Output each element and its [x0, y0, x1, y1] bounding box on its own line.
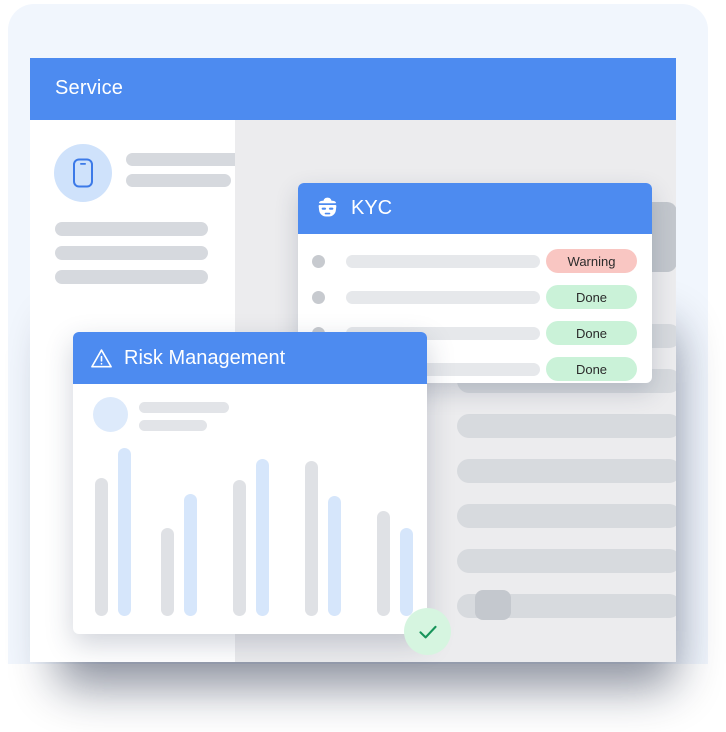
illustration-stage: Service KYC Warning Done Done Done Risk … — [0, 0, 726, 732]
sidebar-item-placeholder[interactable] — [55, 270, 208, 284]
risk-card-header: Risk Management — [73, 332, 427, 384]
risk-bar-chart — [73, 448, 427, 624]
chart-bar — [377, 511, 390, 616]
content-row-placeholder — [457, 459, 676, 483]
mobile-phone-icon — [73, 158, 93, 188]
kyc-card-title: KYC — [351, 197, 393, 219]
sidebar-item-placeholder[interactable] — [55, 222, 208, 236]
window-header — [30, 58, 676, 120]
status-badge-check — [404, 608, 451, 655]
status-badge: Done — [546, 321, 637, 345]
row-text-placeholder — [346, 254, 540, 268]
chart-bar — [328, 496, 341, 616]
risk-text-placeholder — [139, 420, 207, 431]
chart-bar — [256, 459, 269, 616]
chart-bar — [400, 528, 413, 616]
content-row-placeholder — [457, 414, 676, 438]
risk-management-card: Risk Management — [73, 332, 427, 634]
content-row-placeholder — [457, 549, 676, 573]
avatar — [93, 397, 128, 432]
detective-face-icon — [318, 197, 337, 217]
content-row-placeholder — [457, 504, 676, 528]
kyc-card-header: KYC — [298, 183, 652, 234]
row-bullet-icon — [312, 254, 325, 268]
chart-bar — [305, 461, 318, 616]
chart-bar — [184, 494, 197, 616]
risk-card-title: Risk Management — [124, 346, 286, 369]
check-icon — [418, 625, 437, 638]
chart-bar — [233, 480, 246, 616]
sidebar-text-placeholder — [126, 174, 231, 187]
sidebar-item-placeholder[interactable] — [55, 246, 208, 260]
sidebar-text-placeholder — [126, 153, 250, 166]
status-badge: Done — [546, 357, 637, 381]
status-badge: Warning — [546, 249, 637, 273]
row-bullet-icon — [312, 290, 325, 304]
status-badge: Done — [546, 285, 637, 309]
chart-bar — [161, 528, 174, 616]
row-text-placeholder — [346, 290, 540, 304]
page-title: Service — [55, 77, 124, 99]
risk-text-placeholder — [139, 402, 229, 413]
chart-bar — [118, 448, 131, 616]
table-row[interactable]: Warning — [298, 243, 652, 279]
chart-bar — [95, 478, 108, 616]
warning-triangle-icon — [91, 348, 112, 368]
table-row[interactable]: Done — [298, 279, 652, 315]
content-chip-placeholder — [475, 590, 511, 620]
